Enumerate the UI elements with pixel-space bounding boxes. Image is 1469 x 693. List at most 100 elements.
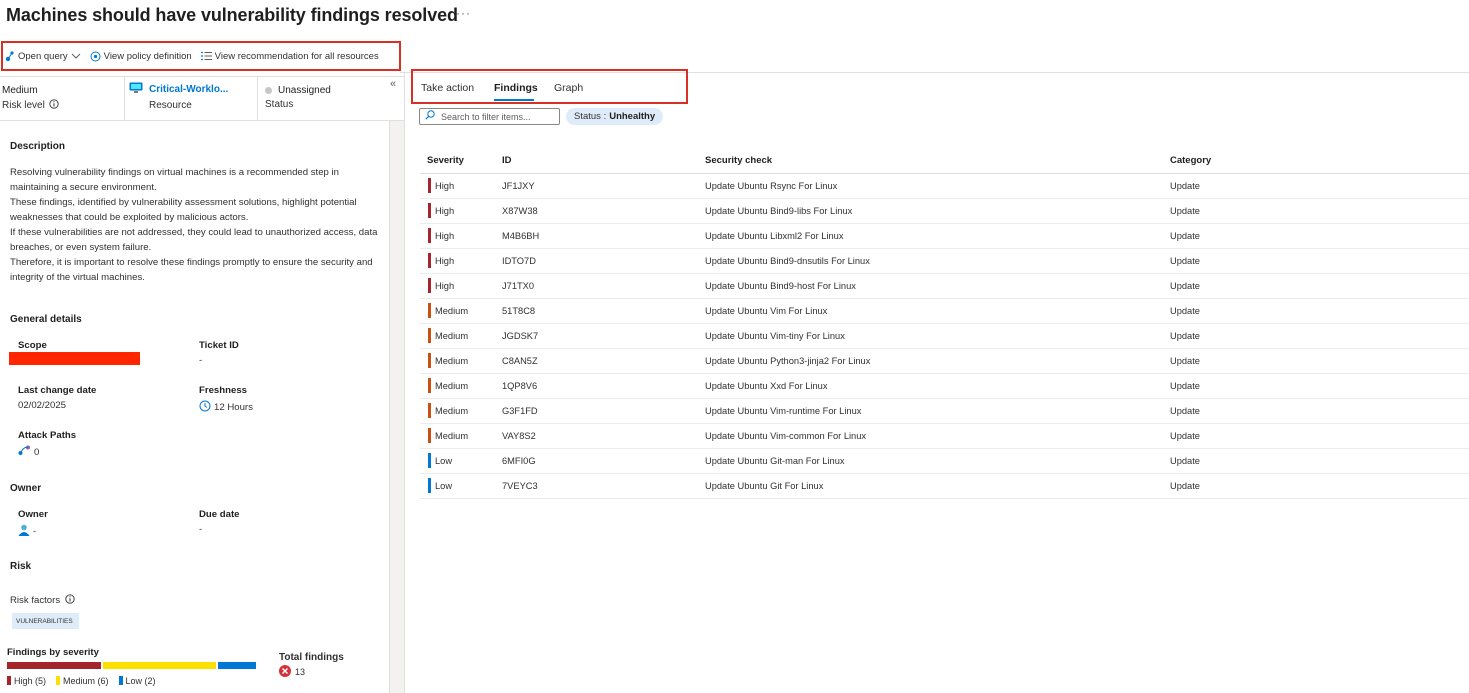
more-options-icon[interactable]: ···: [456, 6, 471, 20]
search-icon: [425, 110, 435, 123]
severity-text: Medium: [435, 430, 469, 441]
severity-indicator-icon: [428, 303, 431, 318]
security-check-cell: Update Ubuntu Xxd For Linux: [705, 373, 1170, 399]
resource-cell: Critical-Worklo... Resource: [125, 77, 258, 121]
scope-field: Scope: [9, 340, 140, 365]
severity-text: High: [435, 280, 455, 291]
category-cell: Update: [1170, 223, 1469, 249]
last-change-label: Last change date: [18, 385, 97, 396]
search-box[interactable]: [419, 108, 560, 125]
category-cell: Update: [1170, 473, 1469, 499]
column-header-security-check[interactable]: Security check: [705, 148, 1170, 174]
column-header-severity[interactable]: Severity: [420, 148, 502, 174]
tab-take-action[interactable]: Take action: [421, 82, 474, 94]
severity-indicator-icon: [428, 478, 431, 493]
search-input[interactable]: [441, 111, 551, 122]
category-cell: Update: [1170, 323, 1469, 349]
category-cell: Update: [1170, 423, 1469, 449]
table-row[interactable]: Low 7VEYC3 Update Ubuntu Git For Linux Upda…: [420, 473, 1469, 499]
table-row[interactable]: Medium G3F1FD Update Ubuntu Vim-runtime Fo…: [420, 398, 1469, 424]
severity-indicator-icon: [428, 353, 431, 368]
panel-divider: [404, 72, 405, 693]
chevron-down-icon[interactable]: [71, 52, 81, 60]
table-row[interactable]: Medium 1QP8V6 Update Ubuntu Xxd For Linux U…: [420, 373, 1469, 399]
table-row[interactable]: Medium VAY8S2 Update Ubuntu Vim-common For…: [420, 423, 1469, 449]
severity-cell: Medium: [420, 323, 502, 349]
security-check-cell: Update Ubuntu Python3-jinja2 For Linux: [705, 348, 1170, 374]
table-row[interactable]: High JF1JXY Update Ubuntu Rsync For Linux U…: [420, 173, 1469, 199]
severity-cell: Medium: [420, 348, 502, 374]
description-text: Resolving vulnerability findings on virt…: [10, 167, 378, 283]
command-bar: Open query View policy definition View r…: [1, 41, 401, 71]
risk-heading: Risk: [10, 561, 32, 572]
summary-strip: Medium Risk level Critical-Worklo... Res…: [0, 77, 404, 121]
severity-indicator-icon: [428, 278, 431, 293]
severity-indicator-icon: [428, 428, 431, 443]
view-policy-definition-button[interactable]: View policy definition: [90, 51, 192, 62]
filter-value: Unhealthy: [609, 111, 656, 122]
due-date-label: Due date: [199, 509, 240, 520]
ticket-value: -: [199, 355, 203, 366]
category-cell: Update: [1170, 398, 1469, 424]
query-icon: [5, 50, 15, 62]
table-row[interactable]: High J71TX0 Update Ubuntu Bind9-host For L…: [420, 273, 1469, 299]
severity-indicator-icon: [428, 203, 431, 218]
severity-bar-low: [218, 662, 256, 669]
legend-medium: Medium (6): [56, 676, 109, 686]
info-icon[interactable]: [65, 594, 75, 607]
last-change-value: 02/02/2025: [18, 400, 67, 411]
id-cell: JF1JXY: [502, 173, 705, 199]
tab-graph[interactable]: Graph: [554, 82, 583, 94]
column-header-category[interactable]: Category: [1170, 148, 1469, 174]
risk-level-value: Medium: [2, 85, 38, 96]
security-check-cell: Update Ubuntu Rsync For Linux: [705, 173, 1170, 199]
tab-findings[interactable]: Findings: [494, 82, 538, 94]
table-row[interactable]: Low 6MFI0G Update Ubuntu Git-man For Linux…: [420, 448, 1469, 474]
severity-text: Medium: [435, 380, 469, 391]
severity-cell: High: [420, 223, 502, 249]
risk-level-cell: Medium Risk level: [0, 77, 125, 121]
ticket-label: Ticket ID: [199, 340, 239, 351]
details-panel: Description Resolving vulnerability find…: [0, 121, 389, 693]
security-check-cell: Update Ubuntu Vim For Linux: [705, 298, 1170, 324]
freshness-field: Freshness 12 Hours: [199, 385, 253, 415]
severity-legend: High (5) Medium (6) Low (2): [7, 676, 156, 686]
resource-label: Resource: [149, 100, 192, 111]
table-row[interactable]: High X87W38 Update Ubuntu Bind9-libs For L…: [420, 198, 1469, 224]
table-row[interactable]: Medium JGDSK7 Update Ubuntu Vim-tiny For L…: [420, 323, 1469, 349]
table-row[interactable]: Medium 51T8C8 Update Ubuntu Vim For Linux U…: [420, 298, 1469, 324]
open-query-button[interactable]: Open query: [5, 50, 81, 62]
category-cell: Update: [1170, 298, 1469, 324]
info-icon[interactable]: [49, 99, 59, 112]
risk-factor-tag: VULNERABILITIES: [12, 613, 79, 629]
security-check-cell: Update Ubuntu Vim-runtime For Linux: [705, 398, 1170, 424]
clock-icon: [199, 400, 211, 415]
security-check-cell: Update Ubuntu Git-man For Linux: [705, 448, 1170, 474]
status-filter-pill[interactable]: Status : Unhealthy: [566, 108, 664, 125]
policy-icon: [90, 51, 101, 62]
collapse-panel-icon[interactable]: «: [390, 78, 396, 90]
severity-cell: Medium: [420, 298, 502, 324]
security-check-cell: Update Ubuntu Bind9-host For Linux: [705, 273, 1170, 299]
description-heading: Description: [10, 141, 66, 152]
table-row[interactable]: High M4B6BH Update Ubuntu Libxml2 For Linu…: [420, 223, 1469, 249]
table-row[interactable]: High IDTO7D Update Ubuntu Bind9-dnsutils F…: [420, 248, 1469, 274]
scrollbar-track[interactable]: [389, 121, 404, 693]
freshness-value: 12 Hours: [214, 402, 253, 413]
resource-link[interactable]: Critical-Worklo...: [149, 84, 228, 95]
error-icon: [279, 665, 291, 679]
status-cell: Unassigned Status: [258, 77, 404, 121]
category-cell: Update: [1170, 373, 1469, 399]
category-cell: Update: [1170, 248, 1469, 274]
severity-cell: Low: [420, 448, 502, 474]
filter-key: Status :: [574, 111, 607, 122]
category-cell: Update: [1170, 348, 1469, 374]
security-check-cell: Update Ubuntu Bind9-libs For Linux: [705, 198, 1170, 224]
total-findings: Total findings 13: [279, 652, 344, 679]
view-policy-label: View policy definition: [103, 50, 192, 62]
column-header-id[interactable]: ID: [502, 148, 705, 174]
view-recommendation-button[interactable]: View recommendation for all resources: [200, 51, 379, 62]
severity-indicator-icon: [428, 328, 431, 343]
table-row[interactable]: Medium C8AN5Z Update Ubuntu Python3-jinja2…: [420, 348, 1469, 374]
attack-paths-field: Attack Paths 0: [18, 430, 76, 459]
